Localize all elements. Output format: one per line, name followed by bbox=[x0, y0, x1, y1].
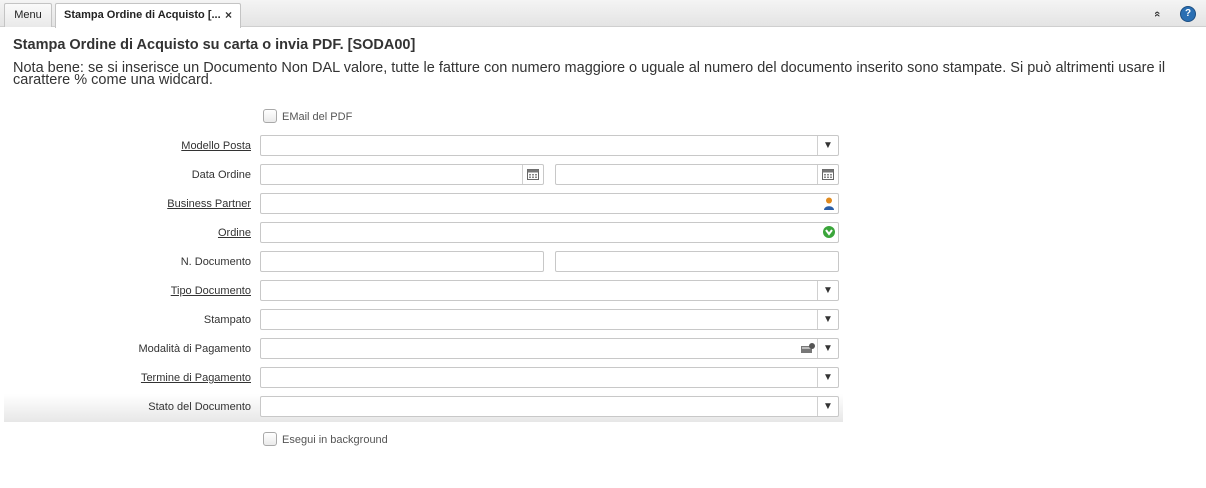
email-pdf-label: EMail del PDF bbox=[282, 111, 353, 123]
chevron-down-icon[interactable]: ▼ bbox=[817, 281, 838, 300]
tab-menu-label: Menu bbox=[14, 9, 42, 21]
tipo-documento-label[interactable]: Tipo Documento bbox=[171, 285, 251, 297]
ordine-label[interactable]: Ordine bbox=[218, 227, 251, 239]
n-documento-label: N. Documento bbox=[180, 256, 251, 268]
modello-posta-label[interactable]: Modello Posta bbox=[181, 140, 251, 152]
payment-method-icon[interactable] bbox=[799, 340, 817, 357]
data-ordine-to-field[interactable] bbox=[555, 164, 839, 185]
tab-stampa-ordine[interactable]: Stampa Ordine di Acquisto [... × bbox=[55, 3, 241, 28]
stato-documento-label: Stato del Documento bbox=[148, 401, 251, 413]
termine-pagamento-label[interactable]: Termine di Pagamento bbox=[141, 372, 251, 384]
tab-menu[interactable]: Menu bbox=[4, 3, 52, 27]
chevron-down-icon[interactable]: ▼ bbox=[817, 136, 838, 155]
person-icon[interactable] bbox=[820, 195, 838, 212]
tab-stampa-ordine-label: Stampa Ordine di Acquisto [... bbox=[64, 9, 221, 21]
business-partner-label[interactable]: Business Partner bbox=[167, 198, 251, 210]
termine-pagamento-select[interactable]: ▼ bbox=[260, 367, 839, 388]
stampato-select[interactable]: ▼ bbox=[260, 309, 839, 330]
modello-posta-select[interactable]: ▼ bbox=[260, 135, 839, 156]
email-pdf-checkbox[interactable] bbox=[263, 109, 277, 123]
business-partner-field[interactable] bbox=[260, 193, 839, 214]
page-title: Stampa Ordine di Acquisto su carta o inv… bbox=[13, 37, 416, 53]
stampato-label: Stampato bbox=[203, 314, 251, 326]
chevron-down-icon[interactable]: ▼ bbox=[817, 310, 838, 329]
n-documento-to-field[interactable] bbox=[555, 251, 839, 272]
ordine-field[interactable] bbox=[260, 222, 839, 243]
data-ordine-label: Data Ordine bbox=[191, 169, 251, 181]
n-documento-from-field[interactable] bbox=[260, 251, 544, 272]
tab-bar: Menu Stampa Ordine di Acquisto [... × « … bbox=[0, 0, 1206, 28]
calendar-icon[interactable] bbox=[522, 165, 543, 184]
order-search-icon[interactable] bbox=[820, 224, 838, 241]
chevron-down-icon[interactable]: ▼ bbox=[817, 397, 838, 416]
chevron-down-icon[interactable]: ▼ bbox=[817, 339, 838, 358]
background-label: Esegui in background bbox=[282, 434, 388, 446]
background-checkbox[interactable] bbox=[263, 432, 277, 446]
help-icon[interactable]: ? bbox=[1181, 7, 1195, 21]
modalita-pagamento-select[interactable]: ▼ bbox=[260, 338, 839, 359]
page-note: Nota bene: se si inserisce un Documento … bbox=[13, 60, 1166, 88]
tipo-documento-select[interactable]: ▼ bbox=[260, 280, 839, 301]
chevron-down-icon[interactable]: ▼ bbox=[817, 368, 838, 387]
modalita-pagamento-label: Modalità di Pagamento bbox=[138, 343, 251, 355]
calendar-icon[interactable] bbox=[817, 165, 838, 184]
data-ordine-from-field[interactable] bbox=[260, 164, 544, 185]
stato-documento-select[interactable]: ▼ bbox=[260, 396, 839, 417]
collapse-icon[interactable]: « bbox=[1150, 7, 1164, 21]
close-icon[interactable]: × bbox=[225, 4, 232, 26]
